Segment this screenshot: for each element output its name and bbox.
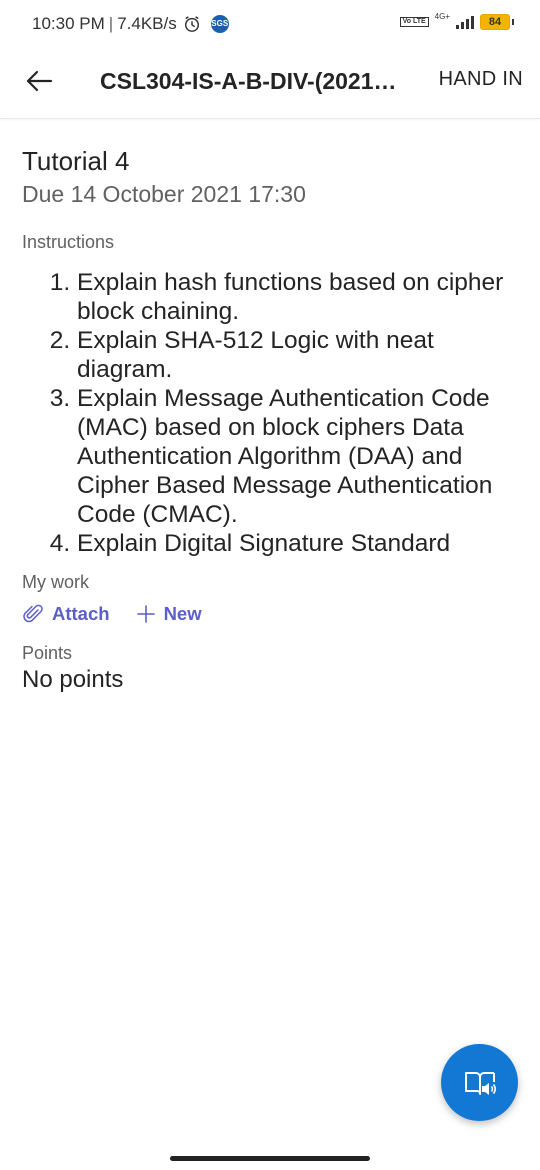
new-button[interactable]: New: [136, 603, 202, 625]
attach-button[interactable]: Attach: [22, 603, 110, 625]
assignment-details: Tutorial 4 Due 14 October 2021 17:30 Ins…: [22, 118, 522, 694]
instructions-list: Explain hash functions based on cipher b…: [22, 268, 522, 558]
points-label: Points: [22, 643, 73, 663]
status-time: 10:30 PM: [32, 14, 105, 33]
instructions-label: Instructions: [22, 232, 115, 252]
instruction-item: Explain hash functions based on cipher b…: [77, 268, 522, 326]
my-work-actions: Attach New: [22, 603, 522, 625]
immersive-reader-button[interactable]: [441, 1044, 518, 1121]
points-value: No points: [22, 666, 124, 693]
app-header: CSL304-IS-A-B-DIV-(2021… HAND IN: [0, 46, 540, 119]
assignment-title: Tutorial 4: [22, 146, 130, 176]
signal-icon: [456, 15, 474, 29]
back-arrow-icon[interactable]: [24, 66, 54, 96]
plus-icon: [136, 605, 155, 623]
status-bar: 10:30 PM | 7.4KB/s SGS Vo LTE 4G+ 84: [0, 0, 540, 46]
battery-icon: 84: [480, 14, 514, 30]
instruction-item: Explain SHA-512 Logic with neat diagram.: [77, 326, 522, 384]
due-date: Due 14 October 2021 17:30: [22, 181, 306, 207]
attach-label: Attach: [52, 603, 110, 624]
my-work-label: My work: [22, 572, 89, 592]
paperclip-icon: [23, 604, 43, 623]
new-label: New: [163, 603, 202, 624]
sgs-badge: SGS: [210, 15, 229, 33]
class-title: CSL304-IS-A-B-DIV-(2021…: [100, 68, 397, 94]
instruction-item: Explain Digital Signature Standard: [77, 529, 522, 558]
network-type: 4G+: [434, 11, 450, 21]
home-indicator[interactable]: [170, 1156, 370, 1161]
immersive-reader-icon: [464, 1071, 496, 1095]
hand-in-button[interactable]: HAND IN: [439, 68, 523, 91]
status-separator: |: [108, 14, 114, 33]
status-net-speed: 7.4KB/s: [117, 14, 177, 33]
status-left: 10:30 PM | 7.4KB/s SGS: [32, 14, 229, 34]
instruction-item: Explain Message Authentication Code (MAC…: [77, 384, 522, 529]
alarm-icon: [184, 16, 199, 32]
volte-icon: Vo LTE: [399, 17, 429, 27]
status-right: Vo LTE 4G+ 84: [399, 11, 514, 30]
